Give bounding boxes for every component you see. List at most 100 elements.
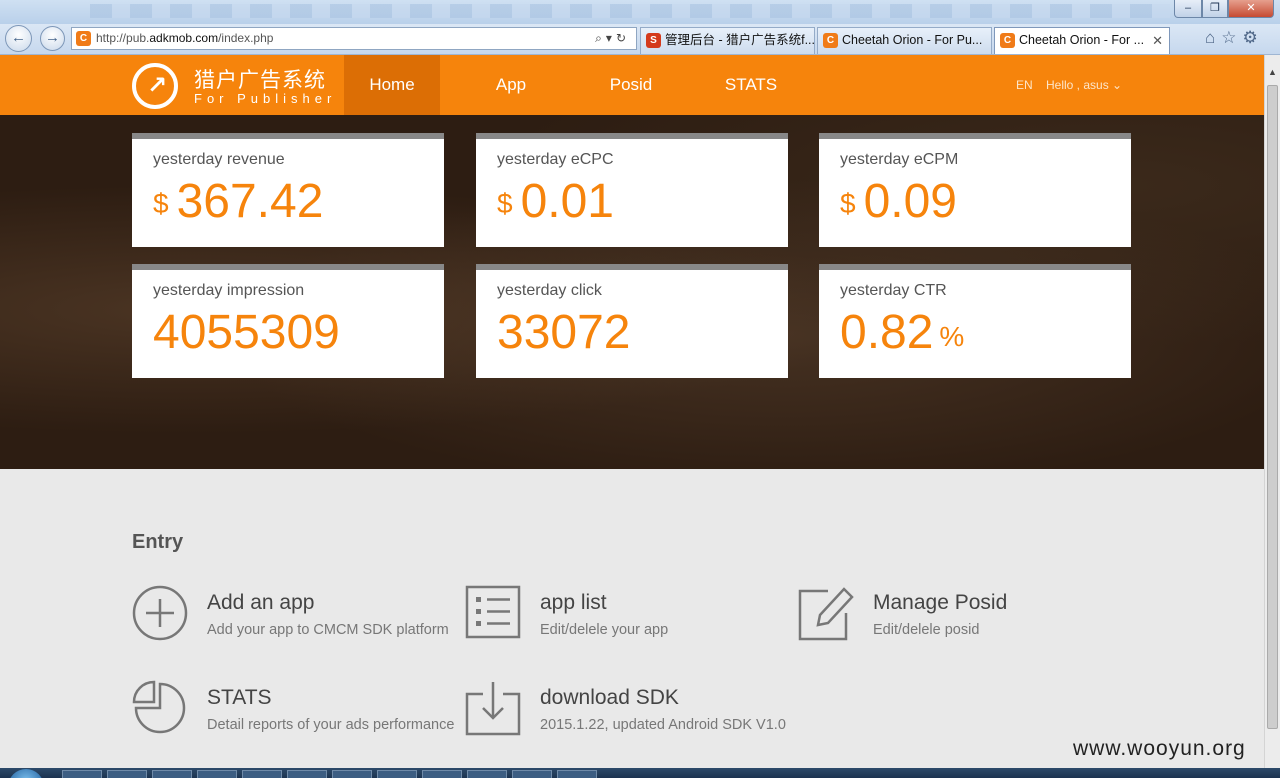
address-bar[interactable]: C http://pub.adkmob.com/index.php ⌕▾↻ — [71, 27, 637, 50]
stat-value: 0.82% — [840, 304, 964, 366]
search-icon[interactable]: ⌕ — [595, 31, 606, 45]
entry-title[interactable]: STATS — [207, 686, 272, 710]
close-window-button[interactable]: ✕ — [1228, 0, 1274, 18]
entry-title[interactable]: Add an app — [207, 591, 314, 615]
taskbar-item[interactable] — [512, 770, 552, 778]
stat-value: 4055309 — [153, 306, 340, 359]
browser-tab-cheetah-active[interactable]: C Cheetah Orion - For ... ✕ — [994, 27, 1170, 54]
logo-title: 猎户广告系统 — [194, 69, 326, 92]
browser-navbar: ← → C http://pub.adkmob.com/index.php ⌕▾… — [0, 24, 1280, 55]
currency-symbol: $ — [497, 188, 513, 219]
scroll-up-icon[interactable]: ▲ — [1265, 67, 1280, 81]
taskbar-item[interactable] — [332, 770, 372, 778]
plus-circle-icon — [132, 585, 188, 641]
entry-description: Edit/delele your app — [540, 622, 669, 638]
taskbar-item[interactable] — [62, 770, 102, 778]
stat-value: $0.01 — [497, 173, 614, 233]
stat-card-ecpm: yesterday eCPM $0.09 — [819, 133, 1131, 247]
stat-label: yesterday revenue — [153, 151, 285, 168]
stat-card-ctr: yesterday CTR 0.82% — [819, 264, 1131, 378]
site-favicon-icon: C — [76, 31, 91, 46]
stat-number: 367.42 — [176, 175, 324, 228]
browser-tab-cheetah-1[interactable]: C Cheetah Orion - For Pu... — [817, 27, 992, 54]
close-tab-icon[interactable]: ✕ — [1152, 28, 1163, 53]
window-titlebar: – ❐ ✕ — [0, 0, 1280, 24]
nav-posid[interactable]: Posid — [583, 55, 679, 115]
tab-label: 管理后台 - 猎户广告系统f... — [665, 33, 815, 47]
taskbar-item[interactable] — [197, 770, 237, 778]
forward-button[interactable]: → — [40, 26, 65, 51]
language-switch[interactable]: EN — [1016, 55, 1033, 115]
download-icon — [465, 682, 521, 736]
edit-icon — [798, 587, 854, 641]
browser-icons: ⌂☆⚙ — [1205, 28, 1264, 48]
taskbar-item[interactable] — [152, 770, 192, 778]
address-url[interactable]: http://pub.adkmob.com/index.php — [96, 28, 273, 49]
taskbar-item[interactable] — [107, 770, 147, 778]
entry-manage-posid[interactable]: Manage Posid Edit/delele posid — [798, 585, 1128, 665]
blurred-toolbar — [90, 4, 1170, 18]
user-greeting: Hello , asus — [1046, 78, 1109, 92]
stat-card-ecpc: yesterday eCPC $0.01 — [476, 133, 788, 247]
start-button[interactable] — [8, 769, 44, 778]
stat-label: yesterday click — [497, 282, 602, 299]
os-taskbar — [0, 768, 1280, 778]
tab-favicon-icon: C — [1000, 33, 1015, 48]
scroll-thumb[interactable] — [1267, 85, 1278, 729]
stat-label: yesterday eCPC — [497, 151, 614, 168]
back-button[interactable]: ← — [5, 25, 32, 52]
nav-stats[interactable]: STATS — [703, 55, 799, 115]
tab-label: Cheetah Orion - For Pu... — [842, 33, 983, 47]
entry-title[interactable]: download SDK — [540, 686, 679, 710]
taskbar-item[interactable] — [377, 770, 417, 778]
stat-label: yesterday eCPM — [840, 151, 959, 168]
tab-favicon-icon: C — [823, 33, 838, 48]
logo-subtitle: For Publisher — [194, 91, 337, 106]
stat-value: $367.42 — [153, 173, 323, 233]
entry-title[interactable]: Manage Posid — [873, 591, 1007, 615]
stat-value: 33072 — [497, 306, 631, 359]
stat-number: 0.09 — [863, 175, 957, 228]
nav-app[interactable]: App — [463, 55, 559, 115]
stat-card-impression: yesterday impression 4055309 — [132, 264, 444, 378]
stat-card-revenue: yesterday revenue $367.42 — [132, 133, 444, 247]
tab-favicon-icon: S — [646, 33, 661, 48]
entry-app-list[interactable]: app list Edit/delele your app — [465, 585, 795, 665]
dropdown-icon[interactable]: ▾ — [606, 31, 616, 45]
maximize-button[interactable]: ❐ — [1202, 0, 1228, 18]
minimize-button[interactable]: – — [1174, 0, 1202, 18]
entry-stats[interactable]: STATS Detail reports of your ads perform… — [132, 680, 462, 760]
browser-tab-admin[interactable]: S 管理后台 - 猎户广告系统f... — [640, 27, 815, 54]
url-path: /index.php — [218, 31, 274, 45]
taskbar-item[interactable] — [422, 770, 462, 778]
watermark: www.wooyun.org — [1073, 737, 1246, 760]
stat-number: 0.01 — [520, 175, 614, 228]
list-icon — [465, 585, 521, 639]
entry-description: Detail reports of your ads performance — [207, 717, 455, 733]
entry-download-sdk[interactable]: download SDK 2015.1.22, updated Android … — [465, 680, 795, 760]
currency-symbol: $ — [153, 188, 169, 219]
stat-card-click: yesterday click 33072 — [476, 264, 788, 378]
taskbar-item[interactable] — [557, 770, 597, 778]
entry-description: Add your app to CMCM SDK platform — [207, 622, 449, 638]
taskbar-item[interactable] — [242, 770, 282, 778]
entry-add-app[interactable]: Add an app Add your app to CMCM SDK plat… — [132, 585, 462, 665]
chevron-down-icon: ⌄ — [1112, 78, 1123, 92]
user-menu[interactable]: Hello , asus ⌄ — [1046, 55, 1122, 115]
taskbar-item[interactable] — [467, 770, 507, 778]
url-prefix: http://pub. — [96, 31, 150, 45]
currency-symbol: $ — [840, 188, 856, 219]
home-icon[interactable]: ⌂ — [1205, 28, 1221, 47]
star-icon[interactable]: ☆ — [1221, 28, 1242, 47]
stat-number: 0.82 — [840, 306, 934, 359]
page-scrollbar[interactable]: ▲ — [1264, 55, 1280, 768]
logo[interactable]: ↗ 猎户广告系统 For Publisher — [132, 61, 352, 109]
nav-home[interactable]: Home — [344, 55, 440, 115]
entry-description: Edit/delele posid — [873, 622, 980, 638]
percent-unit: % — [939, 321, 965, 352]
gear-icon[interactable]: ⚙ — [1243, 28, 1264, 47]
refresh-icon[interactable]: ↻ — [616, 31, 630, 45]
entry-title[interactable]: app list — [540, 591, 607, 615]
tab-label: Cheetah Orion - For ... — [1019, 33, 1145, 47]
taskbar-item[interactable] — [287, 770, 327, 778]
